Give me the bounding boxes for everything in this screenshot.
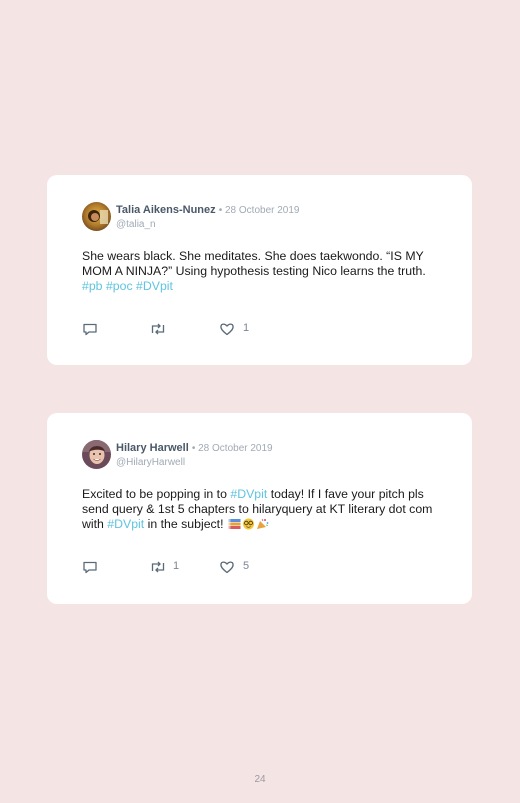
- author-name[interactable]: Talia Aikens-Nunez: [116, 204, 216, 216]
- reply-icon: [83, 561, 97, 574]
- hashtag-link[interactable]: #DVpit: [107, 517, 144, 531]
- author-handle[interactable]: @talia_n: [116, 218, 299, 231]
- hashtag-link[interactable]: #DVpit: [136, 279, 173, 293]
- hashtag-link[interactable]: #DVpit: [230, 487, 267, 501]
- tweet-text: Excited to be popping in to #DVpit today…: [82, 487, 442, 532]
- tweet-text-part: in the subject!: [144, 517, 227, 531]
- tweet-card: Talia Aikens-Nunez • 28 October 2019 @ta…: [47, 175, 472, 365]
- page-number: 24: [254, 774, 266, 785]
- avatar[interactable]: [82, 202, 111, 231]
- author-info: Talia Aikens-Nunez • 28 October 2019 @ta…: [116, 203, 299, 231]
- tweet-text-part: Excited to be popping in to: [82, 487, 231, 501]
- tweet-actions: 1: [82, 321, 282, 337]
- author-info: Hilary Harwell • 28 October 2019 @Hilary…: [116, 441, 273, 469]
- like-count: 1: [243, 322, 250, 334]
- tweet-date: • 28 October 2019: [218, 205, 300, 216]
- retweet-icon: [151, 561, 165, 573]
- hashtag-link[interactable]: #pb: [82, 279, 103, 293]
- tweet-text: She wears black. She meditates. She does…: [82, 249, 442, 294]
- tweet-actions: 1 5: [82, 559, 282, 575]
- books-emoji: [228, 519, 241, 529]
- retweet-count: 1: [173, 560, 180, 572]
- tweet-date: • 28 October 2019: [191, 443, 273, 454]
- hashtag-link[interactable]: #poc: [106, 279, 133, 293]
- like-count: 5: [243, 560, 250, 572]
- author-name[interactable]: Hilary Harwell: [116, 442, 189, 454]
- tweet-card: Hilary Harwell • 28 October 2019 @Hilary…: [47, 413, 472, 604]
- heart-icon: [220, 561, 234, 574]
- tweet-text-main: She wears black. She meditates. She does…: [82, 249, 426, 278]
- party-popper-emoji: [256, 518, 269, 529]
- author-handle[interactable]: @HilaryHarwell: [116, 456, 273, 469]
- retweet-icon: [151, 323, 165, 335]
- reply-icon: [83, 323, 97, 336]
- heart-icon: [220, 323, 234, 336]
- avatar[interactable]: [82, 440, 111, 469]
- nerd-face-emoji: [242, 518, 254, 530]
